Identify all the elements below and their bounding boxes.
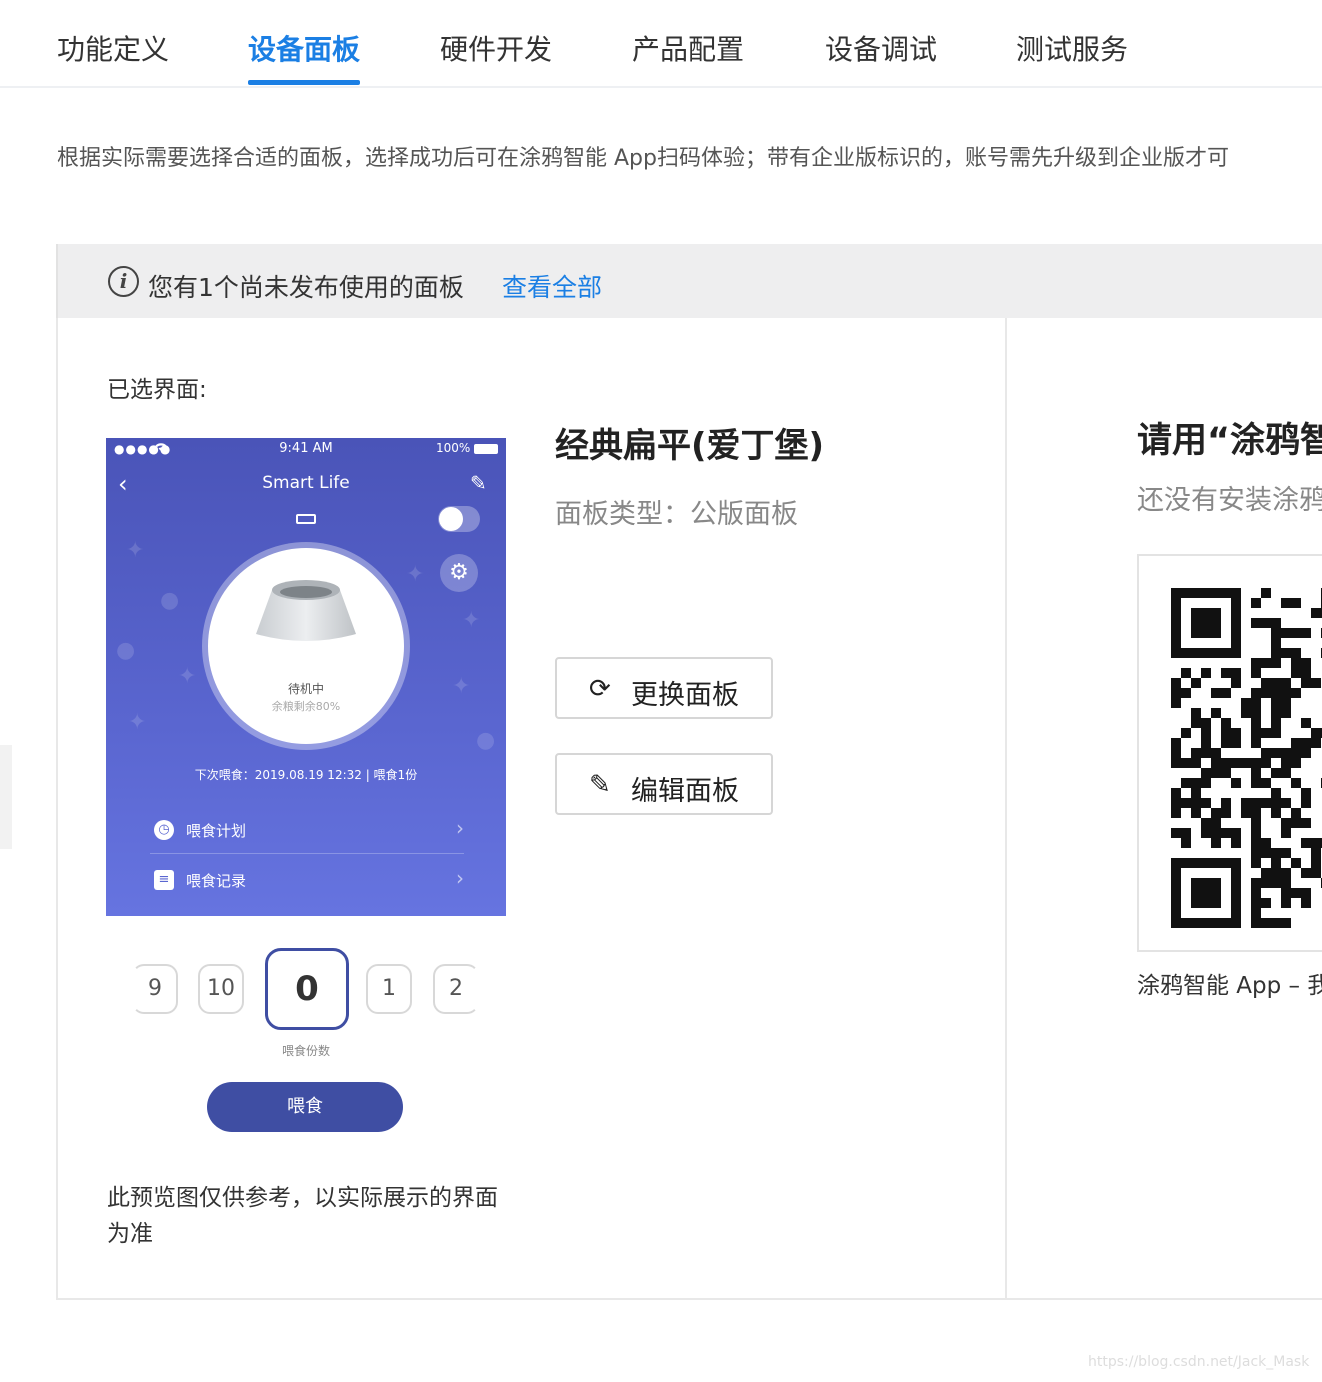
feed-plan-label: 喂食计划 xyxy=(186,822,247,840)
list-icon: ≡ xyxy=(154,870,174,890)
tab-device-panel[interactable]: 设备面板 xyxy=(248,28,360,68)
battery-icon xyxy=(474,444,498,454)
selected-ui-label: 已选界面: xyxy=(107,377,207,403)
preview-disclaimer: 此预览图仅供参考，以实际展示的界面为准 xyxy=(107,1185,498,1247)
panel-type: 面板类型：公版面板 xyxy=(555,499,798,530)
bone-decor-icon: ✦ xyxy=(406,562,425,587)
paw-decor-icon: ● xyxy=(160,588,180,613)
portion-option[interactable]: 9 xyxy=(132,964,178,1014)
replace-panel-label: 更换面板 xyxy=(631,680,739,711)
refresh-icon: ⟳ xyxy=(589,674,611,704)
food-remaining: 余粮剩余80% xyxy=(271,700,341,713)
battery-percent: 100% xyxy=(436,441,471,455)
feed-button[interactable]: 喂食 xyxy=(207,1082,403,1132)
replace-panel-button[interactable]: ⟳ 更换面板 xyxy=(555,657,773,719)
app-caption: 涂鸦智能 App – 我 xyxy=(1137,973,1322,999)
scan-qr-column: 请用“涂鸦智 还没有安装涂鸦 涂鸦智能 App – 我 xyxy=(1007,318,1322,1300)
unpublished-notice-bar: i 您有1个尚未发布使用的面板 查看全部 xyxy=(56,244,1322,318)
feeder-status-circle: 待机中 余粮剩余80% xyxy=(208,548,404,744)
qr-code-icon xyxy=(1171,588,1322,928)
pencil-icon: ✎ xyxy=(589,770,611,800)
portion-label: 喂食份数 xyxy=(281,1044,330,1058)
power-toggle[interactable] xyxy=(438,506,480,532)
bone-decor-icon: ✦ xyxy=(462,608,481,633)
clock-icon: ◷ xyxy=(154,820,174,840)
portion-option[interactable]: 1 xyxy=(366,964,412,1014)
tab-hardware-development[interactable]: 硬件开发 xyxy=(440,28,552,68)
bone-decor-icon: ✦ xyxy=(452,674,471,699)
toggle-knob xyxy=(439,507,463,531)
next-feed-info: 下次喂食：2019.08.19 12:32 | 喂食1份 xyxy=(194,768,418,782)
portion-option[interactable]: 2 xyxy=(433,964,479,1014)
pet-bowl-icon xyxy=(256,580,356,641)
edit-panel-button[interactable]: ✎ 编辑面板 xyxy=(555,753,773,815)
device-battery-icon xyxy=(296,514,316,524)
feeder-status: 待机中 xyxy=(287,682,324,696)
phone-app-title: Smart Life xyxy=(262,473,350,493)
left-edge-strip xyxy=(0,745,12,849)
view-all-link[interactable]: 查看全部 xyxy=(502,268,602,304)
chevron-right-icon: › xyxy=(456,866,464,890)
paw-decor-icon: ● xyxy=(116,638,136,663)
scan-title: 请用“涂鸦智 xyxy=(1137,421,1322,461)
bone-decor-icon: ✦ xyxy=(178,664,197,689)
page-description: 根据实际需要选择合适的面板，选择成功后可在涂鸦智能 App扫码体验；带有企业版标… xyxy=(57,146,1229,171)
gear-icon[interactable]: ⚙ xyxy=(440,554,478,592)
edit-panel-label: 编辑面板 xyxy=(631,776,739,807)
bone-decor-icon: ✦ xyxy=(128,710,147,735)
paw-decor-icon: ● xyxy=(476,728,496,753)
active-tab-indicator xyxy=(248,80,360,85)
notice-text: 您有1个尚未发布使用的面板 xyxy=(148,273,464,302)
tab-function-definition[interactable]: 功能定义 xyxy=(57,28,169,68)
tab-bar: 功能定义 设备面板 硬件开发 产品配置 设备调试 测试服务 xyxy=(0,0,1322,88)
feed-record-row[interactable]: ≡ 喂食记录 › xyxy=(150,856,464,904)
panel-preview-phone: ✦ ● ● ✦ ✦ ✦ ✦ ✦ ● ●●●●● 9:41 AM 100% ‹ S… xyxy=(106,438,506,916)
tab-product-config[interactable]: 产品配置 xyxy=(632,28,744,68)
qr-code-box xyxy=(1137,554,1322,952)
watermark: https://blog.csdn.net/Jack_Mask xyxy=(1088,1354,1310,1370)
tab-device-debug[interactable]: 设备调试 xyxy=(825,28,937,68)
portion-option-selected[interactable]: 0 xyxy=(265,948,349,1030)
pencil-icon[interactable]: ✎ xyxy=(470,471,487,495)
info-icon: i xyxy=(108,266,139,297)
portion-option[interactable]: 10 xyxy=(198,964,244,1014)
tab-test-service[interactable]: 测试服务 xyxy=(1016,28,1128,68)
feed-plan-row[interactable]: ◷ 喂食计划 › xyxy=(150,806,464,854)
chevron-right-icon: › xyxy=(456,816,464,840)
panel-name: 经典扁平(爱丁堡) xyxy=(555,426,825,466)
scan-subtitle: 还没有安装涂鸦 xyxy=(1137,485,1322,516)
feed-record-label: 喂食记录 xyxy=(186,872,247,890)
bone-decor-icon: ✦ xyxy=(126,538,145,563)
